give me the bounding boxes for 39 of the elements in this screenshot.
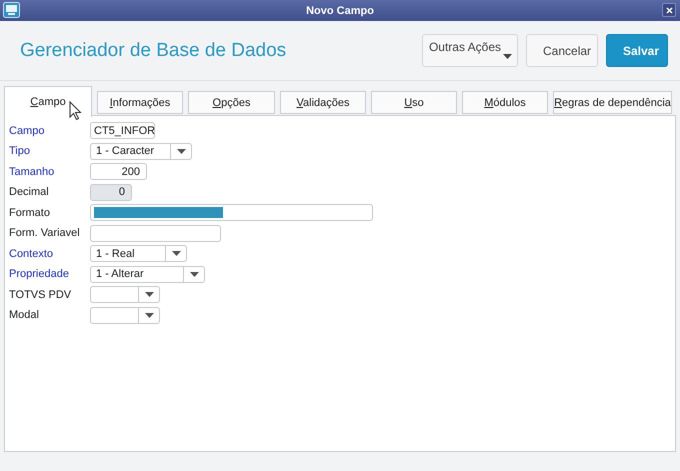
window-title: Novo Campo bbox=[306, 4, 374, 16]
input-field[interactable] bbox=[90, 204, 373, 221]
dropdown[interactable]: 1 - Alterar bbox=[90, 266, 205, 282]
field-label: Tamanho bbox=[9, 166, 56, 178]
input-field[interactable]: CT5_INFOR bbox=[90, 122, 155, 139]
dropdown[interactable] bbox=[90, 306, 160, 324]
number-field[interactable]: 200 bbox=[90, 163, 147, 180]
tab[interactable]: Informações bbox=[97, 91, 183, 114]
field-label: Decimal bbox=[9, 186, 50, 198]
tab[interactable]: Validações bbox=[280, 91, 366, 114]
tab[interactable]: Campo bbox=[4, 86, 92, 117]
dropdown[interactable]: 1 - Caracter bbox=[90, 142, 192, 160]
dropdown-arrow-icon bbox=[176, 148, 186, 154]
field-label: Formato bbox=[9, 206, 51, 218]
tab[interactable]: Uso bbox=[371, 91, 457, 114]
menu-button[interactable]: Outras Ações bbox=[422, 34, 518, 67]
field-label: Modal bbox=[9, 309, 40, 321]
action-button[interactable]: Cancelar bbox=[526, 34, 598, 67]
caret-icon bbox=[503, 54, 512, 59]
field-label: Form. Variavel bbox=[9, 227, 81, 239]
window-icon bbox=[3, 2, 20, 18]
field-label: Campo bbox=[9, 124, 46, 136]
field-label: Contexto bbox=[9, 248, 54, 260]
field-label: Propriedade bbox=[9, 268, 70, 280]
page-title: Gerenciador de Base de Dados bbox=[20, 40, 288, 62]
tab[interactable]: Opções bbox=[188, 91, 275, 114]
tab[interactable]: Módulos bbox=[462, 91, 548, 114]
dropdown[interactable] bbox=[90, 286, 160, 303]
dropdown-arrow-icon bbox=[190, 272, 198, 276]
input-field[interactable] bbox=[90, 224, 221, 242]
close-icon bbox=[666, 6, 672, 14]
dropdown-arrow-icon bbox=[172, 251, 180, 256]
dropdown[interactable]: 1 - Real bbox=[90, 245, 187, 262]
dropdown-arrow-icon bbox=[144, 312, 154, 318]
tab[interactable]: Regras de dependência bbox=[553, 91, 672, 114]
close-button[interactable] bbox=[662, 3, 676, 17]
field-label: Tipo bbox=[9, 145, 31, 157]
dropdown-arrow-icon bbox=[144, 292, 154, 297]
field-label: TOTVS PDV bbox=[9, 288, 72, 300]
